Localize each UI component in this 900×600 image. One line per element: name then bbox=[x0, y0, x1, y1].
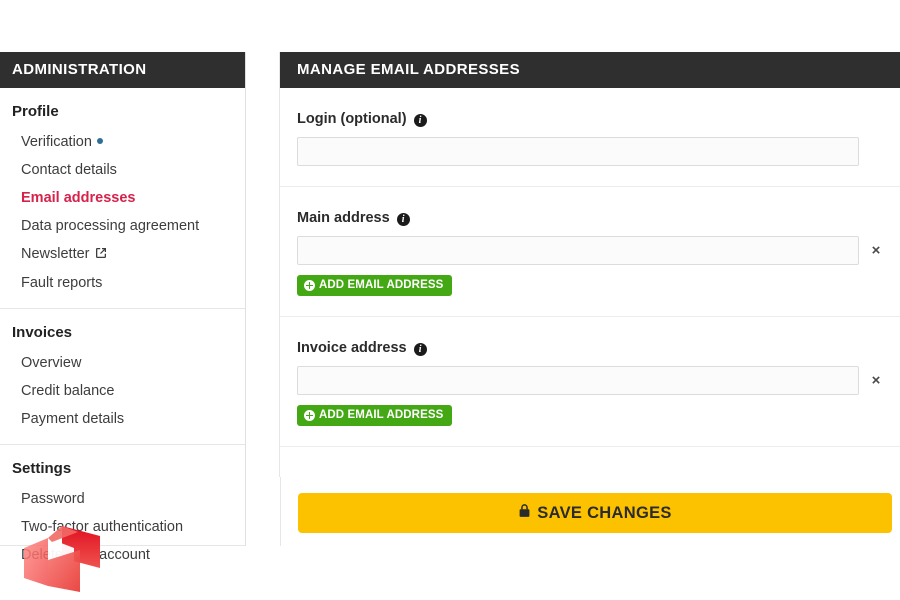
add-button-label: ADD EMAIL ADDRESS bbox=[319, 409, 444, 421]
field-label-text: Invoice address bbox=[297, 340, 407, 356]
sidebar: ADMINISTRATION Profile Verification Cont… bbox=[0, 52, 246, 563]
sidebar-item-label: Contact details bbox=[21, 162, 117, 178]
sidebar-item-data-processing-agreement[interactable]: Data processing agreement bbox=[0, 212, 245, 240]
sidebar-header: ADMINISTRATION bbox=[0, 52, 245, 88]
sidebar-item-label: Verification bbox=[21, 134, 92, 150]
sidebar-item-overview[interactable]: Overview bbox=[0, 349, 245, 377]
sidebar-group-title: Profile bbox=[12, 103, 59, 120]
sidebar-item-verification[interactable]: Verification bbox=[0, 128, 245, 156]
info-icon[interactable]: i bbox=[413, 114, 427, 127]
add-button-label: ADD EMAIL ADDRESS bbox=[319, 279, 444, 291]
page-root: ADMINISTRATION Profile Verification Cont… bbox=[0, 0, 900, 600]
save-button-label: SAVE CHANGES bbox=[537, 503, 672, 522]
sidebar-item-payment-details[interactable]: Payment details bbox=[0, 405, 245, 433]
sidebar-item-label: Overview bbox=[21, 355, 82, 371]
lock-icon bbox=[518, 503, 531, 523]
login-input[interactable] bbox=[297, 137, 859, 166]
sidebar-group-title: Settings bbox=[12, 460, 72, 477]
sidebar-item-label: Newsletter bbox=[21, 246, 90, 262]
main-panel: MANAGE EMAIL ADDRESSES Login (optional) i… bbox=[279, 52, 900, 477]
add-email-address-button-main[interactable]: ADD EMAIL ADDRESS bbox=[297, 275, 453, 296]
invoice-address-input[interactable] bbox=[297, 366, 859, 395]
field-label-main-address: Main address i bbox=[297, 209, 900, 227]
plus-circle-icon bbox=[304, 409, 315, 421]
input-row bbox=[297, 137, 900, 166]
sidebar-item-credit-balance[interactable]: Credit balance bbox=[0, 377, 245, 405]
sidebar-item-label: Fault reports bbox=[21, 275, 103, 291]
sidebar-item-label: Email addresses bbox=[21, 190, 136, 206]
input-row: × bbox=[297, 236, 900, 265]
sidebar-item-label: Payment details bbox=[21, 411, 125, 427]
sidebar-group-profile: Profile Verification Contact details Ema… bbox=[0, 88, 245, 309]
remove-main-address-button[interactable]: × bbox=[859, 236, 893, 265]
form-section-main-address: Main address i × ADD EMAIL ADDRESS bbox=[280, 187, 900, 317]
sidebar-item-label: Credit balance bbox=[21, 383, 115, 399]
field-label-invoice-address: Invoice address i bbox=[297, 339, 900, 357]
field-label-login: Login (optional) i bbox=[297, 110, 900, 128]
sidebar-group-invoices: Invoices Overview Credit balance Payment… bbox=[0, 309, 245, 445]
sidebar-item-fault-reports[interactable]: Fault reports bbox=[0, 269, 245, 297]
info-icon[interactable]: i bbox=[396, 213, 410, 226]
status-dot-icon bbox=[96, 138, 103, 144]
save-bar: SAVE CHANGES bbox=[280, 477, 900, 546]
sidebar-group-title: Invoices bbox=[12, 324, 73, 341]
field-label-text: Main address bbox=[297, 210, 390, 226]
info-icon[interactable]: i bbox=[413, 343, 427, 356]
sidebar-group-settings: Settings Password Two-factor authenticat… bbox=[0, 445, 245, 580]
sidebar-item-label: Password bbox=[21, 491, 85, 507]
sidebar-item-label: Data processing agreement bbox=[21, 218, 200, 234]
sidebar-item-two-factor-authentication[interactable]: Two-factor authentication bbox=[0, 513, 245, 541]
add-email-address-button-invoice[interactable]: ADD EMAIL ADDRESS bbox=[297, 405, 453, 426]
plus-circle-icon bbox=[304, 279, 315, 291]
main-address-input[interactable] bbox=[297, 236, 859, 265]
save-changes-button[interactable]: SAVE CHANGES bbox=[298, 493, 892, 533]
sidebar-item-label: Two-factor authentication bbox=[21, 519, 184, 535]
external-link-icon bbox=[95, 244, 107, 266]
sidebar-item-email-addresses[interactable]: Email addresses bbox=[0, 184, 245, 212]
sidebar-item-contact-details[interactable]: Contact details bbox=[0, 156, 245, 184]
form-section-login: Login (optional) i bbox=[280, 88, 900, 187]
field-label-text: Login (optional) bbox=[297, 111, 407, 127]
input-row: × bbox=[297, 366, 900, 395]
form-section-invoice-address: Invoice address i × ADD EMAIL ADDRESS bbox=[280, 317, 900, 447]
sidebar-item-password[interactable]: Password bbox=[0, 485, 245, 513]
sidebar-item-newsletter[interactable]: Newsletter bbox=[0, 240, 245, 269]
remove-invoice-address-button[interactable]: × bbox=[859, 366, 893, 395]
sidebar-item-label: Delete user account bbox=[21, 547, 150, 563]
main-panel-header: MANAGE EMAIL ADDRESSES bbox=[280, 52, 900, 88]
sidebar-item-delete-user-account[interactable]: Delete user account bbox=[0, 541, 245, 569]
